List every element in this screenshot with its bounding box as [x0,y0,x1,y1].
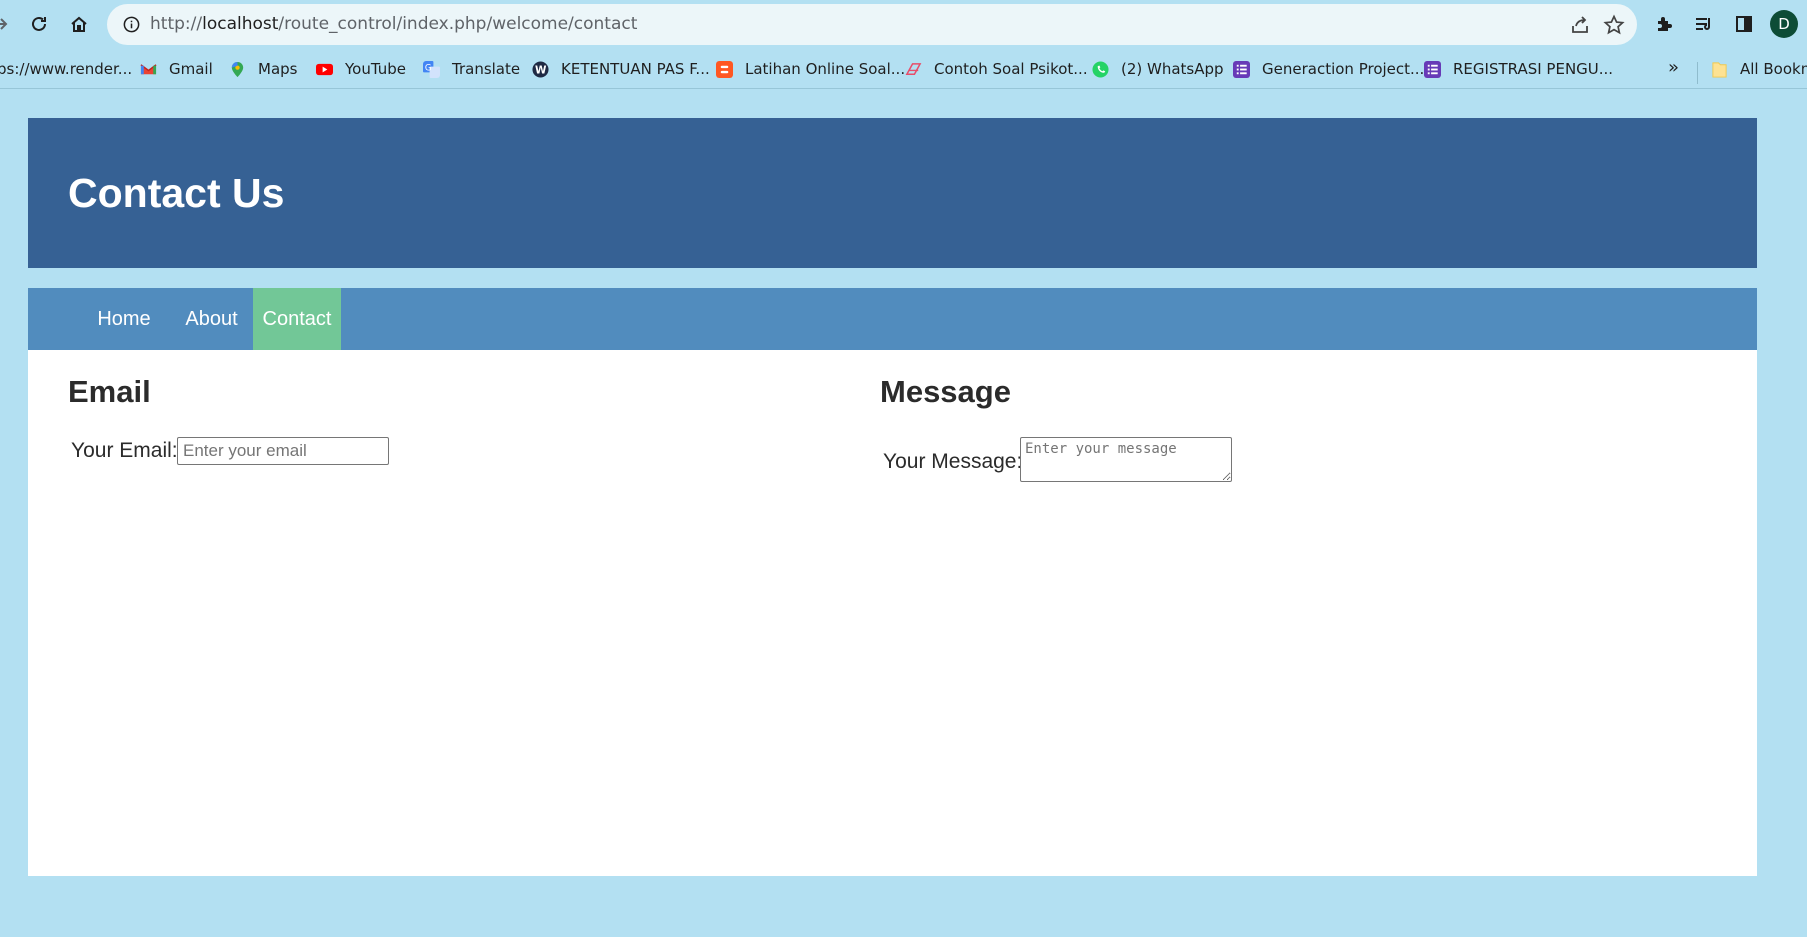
bookmark-label: Maps [258,60,298,78]
message-textarea[interactable] [1020,437,1232,482]
site-info-icon[interactable] [122,15,141,34]
page-header: Contact Us [28,118,1757,268]
bookmark-label: Generaction Project... [1262,60,1425,78]
bookmark-label: KETENTUAN PAS F... [561,60,710,78]
whatsapp-icon [1092,60,1109,78]
all-bookmarks-item[interactable]: All Bookm [1711,57,1807,81]
bookmark-item[interactable]: W KETENTUAN PAS F... [532,57,710,81]
bookmark-label: REGISTRASI PENGU... [1453,60,1614,78]
bookmark-item[interactable]: Generaction Project... [1233,57,1424,81]
bookmark-item[interactable]: Contoh Soal Psikot... [905,57,1088,81]
message-label: Your Message: [883,450,1023,473]
wordpress-icon: W [532,60,549,78]
nav-about[interactable]: About [170,288,253,350]
browser-toolbar: http://localhost/route_control/index.php… [0,0,1807,49]
bookmarks-overflow-button[interactable]: » [1668,57,1679,78]
profile-avatar[interactable]: D [1770,10,1798,38]
svg-text:G: G [425,63,432,73]
url-host: localhost [202,14,279,34]
bookmark-label: All Bookm [1740,60,1807,78]
url-prefix: http:// [150,14,203,34]
bookmark-item[interactable]: YouTube [316,57,406,81]
url-path: /route_control/index.php/welcome/contact [278,14,638,34]
site-icon [905,62,922,75]
maps-icon [231,61,244,77]
address-bar[interactable]: http://localhost/route_control/index.php… [107,4,1637,45]
media-queue-icon[interactable] [1689,8,1719,40]
gmail-icon [140,63,157,74]
bookmark-label: YouTube [345,60,406,78]
email-input[interactable] [177,437,389,465]
page-title: Contact Us [68,170,285,216]
email-section-title: Email [68,374,151,409]
folder-icon [1712,61,1727,78]
bookmark-label: Contoh Soal Psikot... [934,60,1088,78]
email-label: Your Email: [71,439,178,462]
nav-home[interactable]: Home [78,288,170,350]
main-nav: Home About Contact [28,288,1757,350]
extensions-icon[interactable] [1649,8,1679,40]
forms-icon [1424,60,1441,78]
bookmark-item[interactable]: Gmail [140,57,213,81]
bookmark-star-icon[interactable] [1603,14,1625,36]
bookmark-label: Gmail [169,60,213,78]
share-icon[interactable] [1569,14,1591,36]
blogger-icon [716,60,733,78]
svg-text:W: W [535,64,547,76]
bookmark-label: (2) WhatsApp [1121,60,1224,78]
bookmark-label: Translate [452,60,521,78]
bookmark-item[interactable]: G Translate [423,57,520,81]
nav-contact[interactable]: Contact [253,288,341,350]
bookmark-item[interactable]: ps://www.render... [0,57,132,81]
bookmark-item[interactable]: REGISTRASI PENGU... [1424,57,1613,81]
bookmarks-bar: ps://www.render... Gmail Maps YouTube G … [0,49,1807,89]
content-area: Email Your Email: Message Your Message: [28,350,1757,876]
translate-icon: G [423,60,440,78]
youtube-icon [316,63,333,75]
forward-icon[interactable] [0,8,16,40]
forms-icon [1233,60,1250,78]
bookmark-item[interactable]: Maps [229,57,297,81]
bookmark-item[interactable]: Latihan Online Soal... [716,57,905,81]
bookmark-label: ps://www.render... [0,60,133,78]
bookmark-label: Latihan Online Soal... [745,60,906,78]
reload-icon[interactable] [24,8,54,40]
home-icon[interactable] [64,8,94,40]
side-panel-icon[interactable] [1729,8,1759,40]
url-text[interactable]: http://localhost/route_control/index.php… [150,4,637,45]
message-section-title: Message [880,374,1011,409]
bookmarks-divider [1697,62,1698,84]
bookmark-item[interactable]: (2) WhatsApp [1092,57,1224,81]
